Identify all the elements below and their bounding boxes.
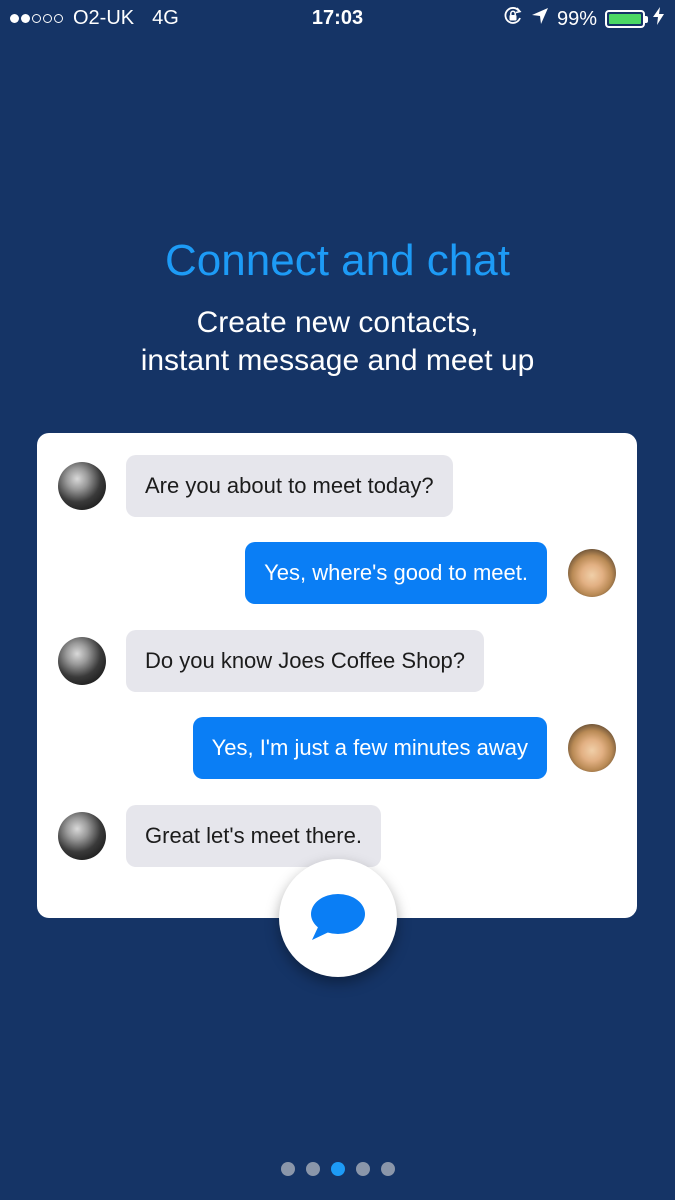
message-bubble-sent: Yes, I'm just a few minutes away	[192, 717, 547, 779]
subtitle-line: Create new contacts,	[196, 306, 479, 339]
subtitle-line: instant message and meet up	[140, 344, 535, 377]
battery-icon	[605, 10, 648, 28]
message-bubble-received: Do you know Joes Coffee Shop?	[126, 630, 485, 692]
status-bar: O2-UK 4G 17:03 99%	[0, 0, 675, 38]
avatar	[58, 462, 106, 510]
message-bubble-sent: Yes, where's good to meet.	[245, 542, 547, 604]
page-subtitle: Create new contacts, instant message and…	[0, 304, 675, 380]
location-arrow-icon	[531, 7, 549, 31]
message-row: Are you about to meet today?	[37, 455, 637, 519]
avatar	[58, 812, 106, 860]
message-bubble-received: Great let's meet there.	[126, 805, 381, 867]
avatar	[58, 637, 106, 685]
message-row: Do you know Joes Coffee Shop?	[37, 630, 637, 694]
chat-button[interactable]	[279, 859, 397, 977]
battery-level	[609, 14, 641, 24]
message-row: Yes, where's good to meet.	[37, 542, 637, 606]
page-title: Connect and chat	[165, 236, 510, 285]
status-right: 99%	[495, 6, 665, 32]
battery-percent: 99%	[556, 7, 597, 30]
page-indicator[interactable]	[0, 1162, 675, 1176]
page-dot[interactable]	[355, 1162, 370, 1176]
orientation-lock-icon	[503, 6, 523, 32]
chat-preview-card: Are you about to meet today? Yes, where'…	[37, 433, 637, 918]
chat-bubble-icon	[311, 894, 365, 940]
charging-bolt-icon	[653, 7, 665, 31]
avatar	[568, 549, 616, 597]
page-dot[interactable]	[280, 1162, 295, 1176]
message-bubble-received: Are you about to meet today?	[126, 455, 453, 517]
page-dot[interactable]	[380, 1162, 395, 1176]
page-dot[interactable]	[305, 1162, 320, 1176]
battery-tip	[645, 16, 648, 23]
page-dot-active[interactable]	[330, 1162, 345, 1176]
onboarding-screen: O2-UK 4G 17:03 99% Connect and chat Crea…	[0, 0, 675, 1200]
avatar	[568, 724, 616, 772]
message-row: Yes, I'm just a few minutes away	[37, 717, 637, 781]
